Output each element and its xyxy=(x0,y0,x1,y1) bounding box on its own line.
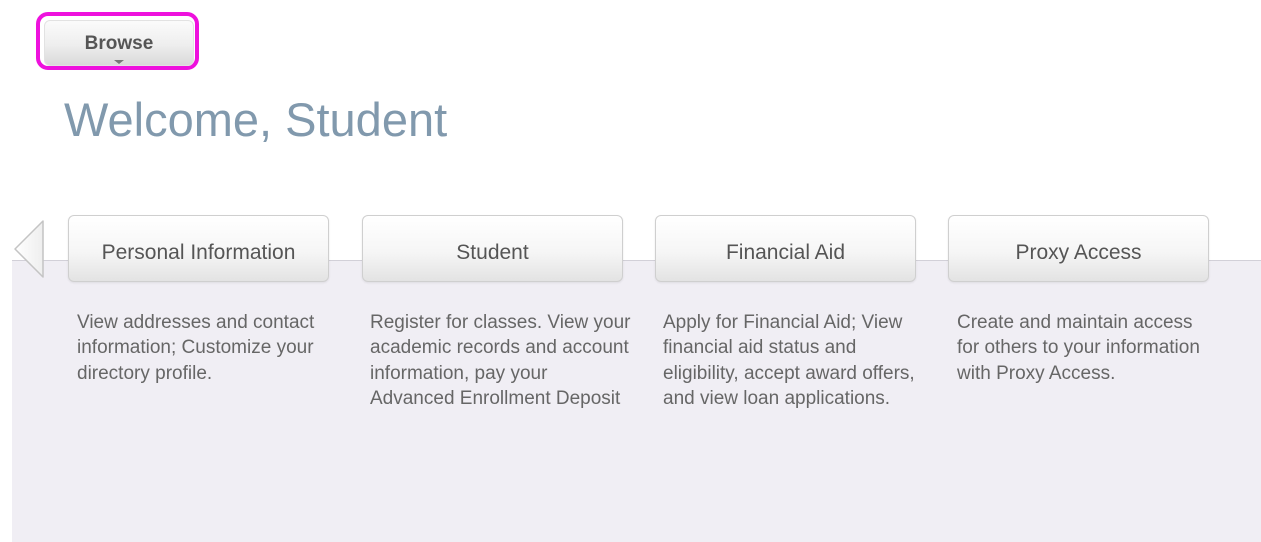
tab-label: Proxy Access xyxy=(1015,241,1142,264)
card-description-student: Register for classes. View your academic… xyxy=(370,312,631,409)
caret-down-icon xyxy=(114,60,124,64)
card-description-financial-aid: Apply for Financial Aid; View financial … xyxy=(663,312,915,409)
chevron-left-icon[interactable] xyxy=(12,219,46,281)
browse-label: Browse xyxy=(84,33,154,54)
card-description-proxy-access: Create and maintain access for others to… xyxy=(957,312,1200,384)
tab-label: Financial Aid xyxy=(725,241,846,264)
tab-label: Personal Information xyxy=(101,241,296,264)
tab-student[interactable]: Student xyxy=(362,215,623,282)
tab-personal-information[interactable]: Personal Information xyxy=(68,215,329,282)
page-title: Welcome, Student xyxy=(64,93,448,146)
tab-content-panel xyxy=(12,260,1261,542)
tab-financial-aid[interactable]: Financial Aid xyxy=(655,215,916,282)
tab-label: Student xyxy=(456,241,529,264)
browse-button[interactable]: Browse xyxy=(44,20,194,66)
card-description-personal-information: View addresses and contact information; … xyxy=(77,312,315,384)
page: Browse Welcome, Student Personal Informa… xyxy=(0,0,1261,542)
tab-proxy-access[interactable]: Proxy Access xyxy=(948,215,1209,282)
